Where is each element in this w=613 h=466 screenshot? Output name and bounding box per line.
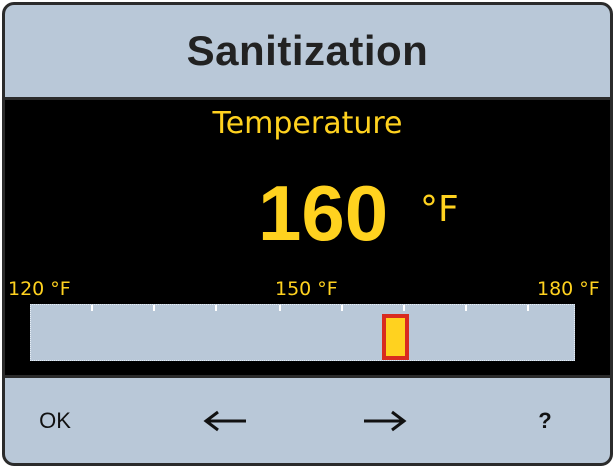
scale-tick bbox=[527, 305, 529, 311]
temperature-value: 160 bbox=[258, 169, 389, 257]
slider-marker[interactable] bbox=[382, 314, 409, 360]
help-button-label: ? bbox=[538, 407, 552, 433]
temperature-slider[interactable] bbox=[30, 304, 575, 361]
scale-tick bbox=[153, 305, 155, 311]
title-bar: Sanitization bbox=[5, 5, 610, 100]
right-arrow-button[interactable] bbox=[350, 378, 420, 463]
value-readout: 160 °F bbox=[5, 168, 610, 258]
scale-tick bbox=[279, 305, 281, 311]
page-title: Sanitization bbox=[186, 27, 429, 74]
arrow-left-icon bbox=[202, 409, 248, 433]
scale-tick bbox=[215, 305, 217, 311]
ok-button[interactable]: OK bbox=[15, 378, 95, 463]
scale-mid-label: 150 °F bbox=[275, 278, 338, 300]
softkey-bar: OK ? bbox=[5, 375, 610, 463]
temperature-unit: °F bbox=[420, 189, 459, 230]
scale-tick bbox=[465, 305, 467, 311]
scale-min-label: 120 °F bbox=[8, 278, 71, 300]
device-screen: Sanitization Temperature 160 °F 120 °F 1… bbox=[2, 2, 613, 466]
scale-tick bbox=[91, 305, 93, 311]
ok-button-label: OK bbox=[39, 407, 71, 433]
help-button[interactable]: ? bbox=[510, 378, 580, 463]
arrow-right-icon bbox=[362, 409, 408, 433]
scale-max-label: 180 °F bbox=[537, 278, 600, 300]
scale-tick bbox=[403, 305, 405, 311]
parameter-label: Temperature bbox=[212, 106, 403, 141]
parameter-panel: Temperature 160 °F 120 °F 150 °F 180 °F bbox=[5, 100, 610, 375]
scale-tick bbox=[341, 305, 343, 311]
left-arrow-button[interactable] bbox=[190, 378, 260, 463]
